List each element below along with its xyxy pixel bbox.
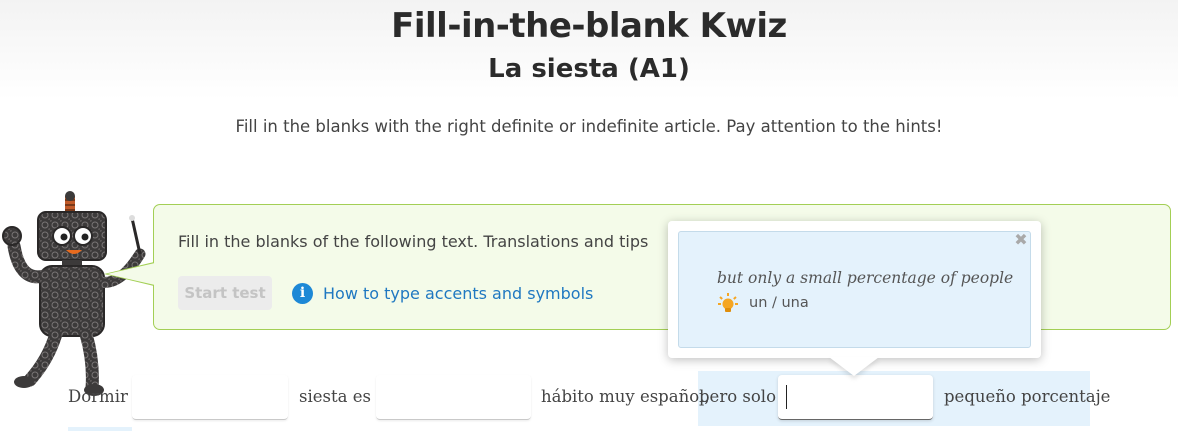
sentence-word: pequeño porcentaje: [944, 387, 1111, 406]
text-caret: [786, 385, 787, 409]
sentence-word: hábito muy español,: [541, 387, 710, 406]
robot-mascot-icon: [2, 191, 146, 396]
hint-popover-arrow: [829, 357, 879, 376]
active-clause-highlight-continued: [68, 427, 132, 431]
intro-panel-tail-fill: [107, 263, 155, 285]
intro-text: Fill in the blanks of the following text…: [178, 232, 649, 251]
sentence-word: pero solo: [699, 387, 777, 406]
blank-input-2[interactable]: [376, 375, 531, 420]
quiz-subtitle: La siesta (A1): [488, 54, 690, 84]
sentence-word: Dormir: [68, 387, 128, 406]
hint-answer: un / una: [749, 295, 809, 311]
blank-input-1[interactable]: [132, 375, 288, 420]
hint-popover: ✖ but only a small percentage of people …: [668, 221, 1041, 358]
page-title: Fill-in-the-blank Kwiz: [391, 6, 787, 46]
hint-row: un / una: [717, 292, 809, 314]
sentence-word: siesta es: [299, 387, 371, 406]
close-icon[interactable]: ✖: [1012, 231, 1030, 249]
accents-help-link-label: How to type accents and symbols: [323, 283, 594, 303]
hint-box: ✖ but only a small percentage of people …: [678, 231, 1031, 348]
accents-help-link[interactable]: i How to type accents and symbols: [292, 281, 593, 305]
info-icon: i: [292, 282, 313, 304]
start-test-button[interactable]: Start test: [178, 276, 272, 310]
blank-input-3[interactable]: [778, 375, 933, 420]
hint-translation: but only a small percentage of people: [717, 269, 1014, 287]
quiz-instructions: Fill in the blanks with the right defini…: [235, 117, 943, 136]
lightbulb-icon: [718, 293, 738, 312]
